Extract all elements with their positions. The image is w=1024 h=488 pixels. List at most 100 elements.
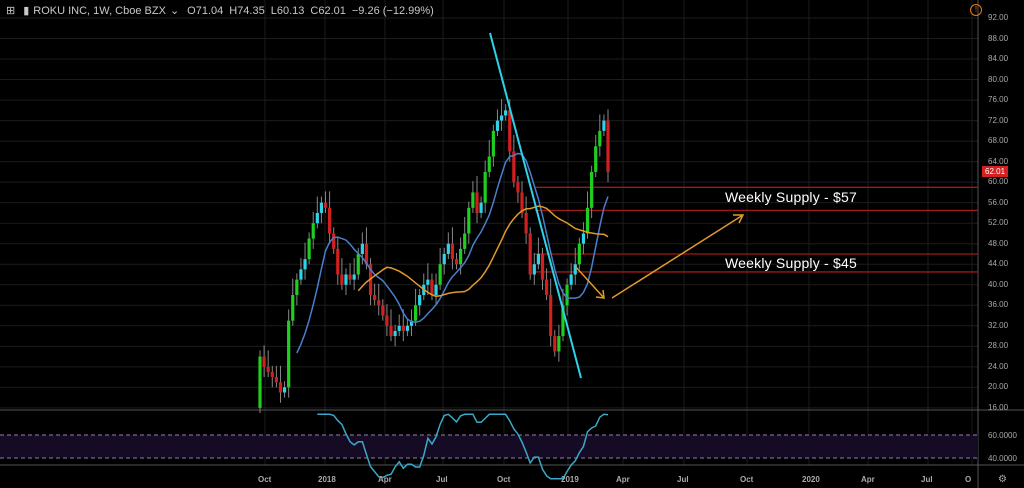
y-tick-label: 20.00: [988, 382, 1009, 392]
x-tick-label: Oct: [740, 475, 754, 484]
candle-body: [569, 274, 573, 285]
candle-body: [336, 248, 340, 275]
price-chart[interactable]: [0, 0, 1024, 488]
y-tick-label: 84.00: [988, 54, 1009, 64]
candle-body: [499, 115, 504, 121]
candle-body: [299, 269, 303, 280]
candle-body: [426, 279, 430, 285]
candle-body: [598, 130, 602, 147]
candle-body: [491, 130, 495, 157]
candle-body: [463, 233, 467, 249]
settings-icon[interactable]: ⚙: [998, 474, 1007, 485]
x-tick-label: O: [965, 475, 972, 484]
x-tick-label: Oct: [258, 475, 272, 484]
candle-body: [553, 336, 557, 352]
rsi-level-40: 40.0000: [988, 454, 1017, 463]
candle-body: [532, 264, 536, 275]
supply-45-label: Weekly Supply - $45: [725, 255, 857, 271]
candle-body: [405, 325, 409, 331]
warning-icon[interactable]: !: [970, 4, 982, 16]
x-tick-label: Apr: [861, 475, 875, 484]
candle-body: [352, 274, 356, 280]
candle-body: [544, 279, 549, 296]
y-tick-label: 36.00: [988, 300, 1009, 310]
candle-body: [393, 330, 397, 337]
y-tick-label: 40.00: [988, 279, 1009, 289]
candle-body: [516, 182, 520, 193]
candle-body: [315, 212, 319, 224]
candle-body: [483, 171, 487, 203]
candle-body: [311, 223, 315, 239]
candle-body: [442, 253, 446, 265]
expand-icon[interactable]: ⊞: [6, 4, 15, 17]
candle-body: [389, 325, 393, 337]
chevron-down-icon: ⌄: [169, 5, 180, 17]
x-tick-label: Apr: [616, 475, 630, 484]
y-tick-label: 48.00: [988, 238, 1009, 248]
y-tick-label: 92.00: [988, 13, 1009, 22]
high-value: H74.35: [229, 4, 265, 17]
candle-body: [549, 295, 553, 337]
y-tick-label: 76.00: [988, 95, 1009, 105]
x-tick-label: 2020: [802, 475, 820, 484]
candle-body: [413, 305, 418, 321]
candle-body: [495, 120, 500, 131]
change-value: −9.26 (−12.99%): [351, 4, 434, 17]
y-tick-label: 24.00: [988, 361, 1009, 371]
y-tick-label: 28.00: [988, 341, 1009, 351]
y-tick-label: 60.00: [988, 177, 1009, 187]
candle-body: [585, 207, 590, 234]
candle-body: [581, 233, 586, 244]
candle-body: [397, 325, 401, 331]
symbol-label: ROKU INC, 1W, Cboe BZX: [33, 4, 166, 17]
candle-body: [377, 300, 381, 306]
candle-body: [291, 295, 295, 321]
arrow-down-annotation: [574, 265, 605, 299]
candle-body: [479, 202, 483, 213]
candle-body: [344, 274, 348, 285]
candle-body: [606, 120, 610, 172]
candle-body: [274, 377, 278, 383]
candle-body: [360, 243, 364, 254]
low-value: L60.13: [270, 4, 305, 17]
y-tick-label: 64.00: [988, 156, 1009, 166]
candle-body: [446, 243, 450, 254]
candle-body: [504, 110, 508, 116]
x-tick-label: Apr: [378, 475, 392, 484]
candle-body: [434, 284, 438, 296]
candle-body: [594, 146, 598, 172]
candle-body: [540, 253, 545, 280]
arrow-up-annotation: [611, 214, 745, 299]
candle-body: [381, 305, 385, 316]
candle-body: [450, 243, 455, 260]
y-tick-label: 44.00: [988, 259, 1009, 269]
candle-body: [459, 248, 463, 265]
last-price-label: 62.01: [982, 166, 1009, 177]
candle-body: [524, 212, 528, 234]
ohlc-values: O71.04 H74.35 L60.13 C62.01 −9.26 (−12.99%): [187, 5, 440, 17]
candle-body: [557, 336, 561, 352]
candle-body: [487, 156, 491, 172]
candle-body: [590, 171, 594, 208]
x-tick-label: Oct: [497, 475, 511, 484]
candle-body: [303, 259, 307, 270]
supply-57-label: Weekly Supply - $57: [725, 189, 857, 205]
candle-body: [565, 284, 569, 306]
candle-body: [471, 192, 475, 208]
x-tick-label: Jul: [921, 475, 933, 484]
candle-body: [508, 110, 512, 152]
candle-body: [475, 192, 479, 213]
symbol-selector[interactable]: ▮ ROKU INC, 1W, Cboe BZX ⌄: [23, 4, 180, 18]
candle-body: [373, 295, 377, 301]
x-tick-label: 2019: [561, 475, 579, 484]
x-tick-label: Jul: [677, 475, 689, 484]
flag-icon: ▮: [23, 5, 30, 17]
y-tick-label: 52.00: [988, 218, 1009, 228]
candle-body: [348, 274, 352, 280]
candle-body: [356, 253, 360, 275]
candle-body: [385, 315, 389, 326]
rsi-level-60: 60.0000: [988, 431, 1017, 440]
y-tick-label: 16.00: [988, 402, 1009, 412]
candle-body: [332, 233, 336, 249]
candle-body: [430, 279, 434, 296]
